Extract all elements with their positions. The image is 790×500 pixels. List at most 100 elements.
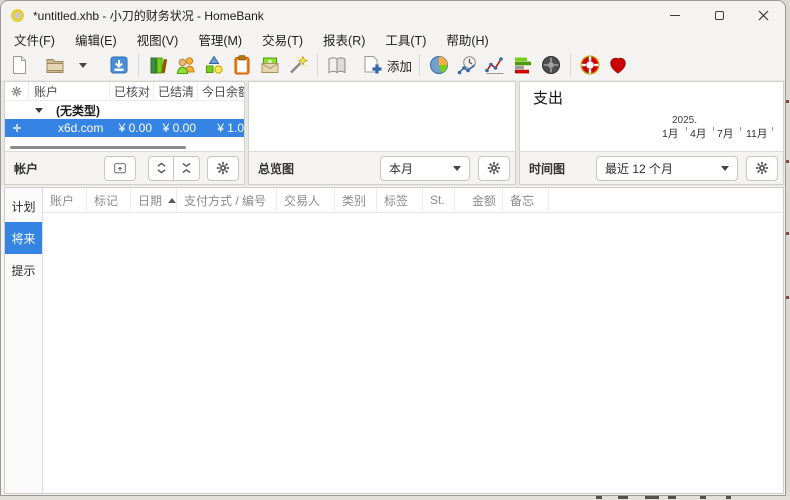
menu-view[interactable]: 视图(V): [127, 28, 189, 51]
expand-all-button[interactable]: [148, 156, 174, 181]
menubar: 文件(F) 编辑(E) 视图(V) 管理(M) 交易(T) 报表(R) 工具(T…: [1, 29, 785, 50]
axis-tick: [686, 127, 687, 131]
timechart-settings-button[interactable]: [746, 156, 778, 181]
account-group-row[interactable]: (无类型): [5, 101, 244, 119]
time-chart-icon: [456, 54, 478, 76]
axis-month-label: 4月: [690, 126, 706, 141]
tab-remind[interactable]: 提示: [5, 254, 42, 286]
accounts-settings-button[interactable]: [207, 156, 239, 181]
balance-report-button[interactable]: [481, 51, 509, 79]
new-file-button[interactable]: [5, 51, 33, 79]
maximize-button[interactable]: [697, 1, 741, 29]
columns-settings-icon[interactable]: [5, 82, 29, 100]
statistics-report-button[interactable]: [425, 51, 453, 79]
payees-icon: [175, 54, 197, 76]
transactions-list-empty[interactable]: [43, 213, 783, 493]
menu-transaction[interactable]: 交易(T): [252, 28, 313, 51]
chevron-down-icon: [453, 166, 461, 171]
save-file-button[interactable]: [105, 51, 133, 79]
show-account-button[interactable]: [323, 51, 351, 79]
open-file-button[interactable]: [41, 51, 69, 79]
gear-icon: [216, 161, 230, 175]
account-row[interactable]: x6d.com ¥ 0.00 ¥ 0.00 ¥ 1.0: [5, 119, 244, 137]
col-cleared[interactable]: 已结清: [154, 82, 198, 100]
close-icon: [758, 10, 769, 21]
categories-icon: [203, 54, 225, 76]
close-button[interactable]: [741, 1, 785, 29]
new-document-icon: [8, 54, 30, 76]
homebank-app-icon: [11, 9, 24, 22]
open-folder-icon: [44, 54, 66, 76]
lower-side-tabs: 计划 将来 提示: [5, 188, 43, 493]
col-today[interactable]: 今日余额: [198, 82, 244, 100]
txcol-flag[interactable]: 标记: [87, 188, 131, 212]
col-account[interactable]: 账户: [29, 82, 110, 100]
account-cleared-amount: ¥ 0.00: [152, 121, 196, 135]
txcol-memo[interactable]: 备忘: [503, 188, 549, 212]
manage-budget-button[interactable]: [256, 51, 284, 79]
budget-bars-icon: [512, 54, 534, 76]
overview-panel: 总览图 本月: [248, 81, 516, 185]
timechart-range-select[interactable]: 最近 12 个月: [596, 156, 738, 181]
vehicle-cost-button[interactable]: [537, 51, 565, 79]
budget-report-button[interactable]: [509, 51, 537, 79]
txcol-payment[interactable]: 支付方式 / 编号: [177, 188, 277, 212]
donate-button[interactable]: [604, 51, 632, 79]
collapse-triangle-icon[interactable]: [35, 108, 43, 113]
manage-assignments-button[interactable]: [284, 51, 312, 79]
account-group-label: (无类型): [56, 102, 100, 119]
chevron-down-icon: [721, 166, 729, 171]
menu-tools[interactable]: 工具(T): [375, 28, 436, 51]
menu-reports[interactable]: 报表(R): [313, 28, 375, 51]
add-transaction-button[interactable]: 添加: [359, 51, 414, 79]
txcol-account[interactable]: 账户: [43, 188, 87, 212]
collapse-all-button[interactable]: [174, 156, 200, 181]
manage-accounts-button[interactable]: [144, 51, 172, 79]
overview-settings-button[interactable]: [478, 156, 510, 181]
account-name: x6d.com: [58, 121, 108, 135]
scheduled-clipboard-icon: [231, 54, 253, 76]
menu-file[interactable]: 文件(F): [4, 28, 65, 51]
menu-edit[interactable]: 编辑(E): [65, 28, 127, 51]
tab-scheduled[interactable]: 计划: [5, 190, 42, 222]
maximize-icon: [715, 11, 724, 20]
open-recent-dropdown[interactable]: [69, 51, 97, 79]
txcol-amount[interactable]: 金额: [455, 188, 503, 212]
overview-footer-label: 总览图: [258, 160, 294, 177]
open-ledger-icon: [326, 54, 348, 76]
col-reconciled[interactable]: 已核对: [110, 82, 154, 100]
budget-money-icon: [259, 54, 281, 76]
overview-range-select[interactable]: 本月: [380, 156, 470, 181]
txcol-payee[interactable]: 交易人: [277, 188, 335, 212]
homebank-window: *untitled.xhb - 小刀的财务状况 - HomeBank 文件(F)…: [0, 0, 786, 496]
timechart-title: 支出: [533, 87, 563, 108]
tab-future[interactable]: 将来: [5, 222, 42, 254]
scheduled-transactions-button[interactable]: [228, 51, 256, 79]
manage-categories-button[interactable]: [200, 51, 228, 79]
minimize-icon: [670, 15, 680, 16]
help-button[interactable]: [576, 51, 604, 79]
transactions-area: 账户 标记 日期 支付方式 / 编号 交易人 类别 标签 St. 金额 备忘: [43, 188, 783, 493]
menu-help[interactable]: 帮助(H): [436, 28, 498, 51]
horizontal-scrollbar[interactable]: [10, 146, 186, 149]
window-title: *untitled.xhb - 小刀的财务状况 - HomeBank: [33, 7, 264, 24]
timechart-panel: 支出 2025. 1月 4月 7月 11月 时间图 最近 12 个月: [519, 81, 784, 185]
txcol-tags[interactable]: 标签: [377, 188, 423, 212]
car-wheel-icon: [540, 54, 562, 76]
txcol-date[interactable]: 日期: [131, 188, 177, 212]
magic-wand-icon: [287, 54, 309, 76]
desktop: *untitled.xhb - 小刀的财务状况 - HomeBank 文件(F)…: [0, 0, 790, 500]
desktop-edge-right: [786, 0, 790, 500]
menu-manage[interactable]: 管理(M): [188, 28, 252, 51]
open-account-button[interactable]: [104, 156, 136, 181]
timechart-footer-label: 时间图: [529, 160, 565, 177]
overview-range-value: 本月: [389, 160, 413, 177]
trendtime-report-button[interactable]: [453, 51, 481, 79]
txcol-category[interactable]: 类别: [335, 188, 377, 212]
accounts-column-header[interactable]: 账户 已核对 已结清 今日余额: [5, 82, 244, 101]
manage-payees-button[interactable]: [172, 51, 200, 79]
minimize-button[interactable]: [653, 1, 697, 29]
account-row-icon: [12, 123, 22, 133]
axis-tick: [713, 127, 714, 131]
txcol-status[interactable]: St.: [423, 188, 455, 212]
